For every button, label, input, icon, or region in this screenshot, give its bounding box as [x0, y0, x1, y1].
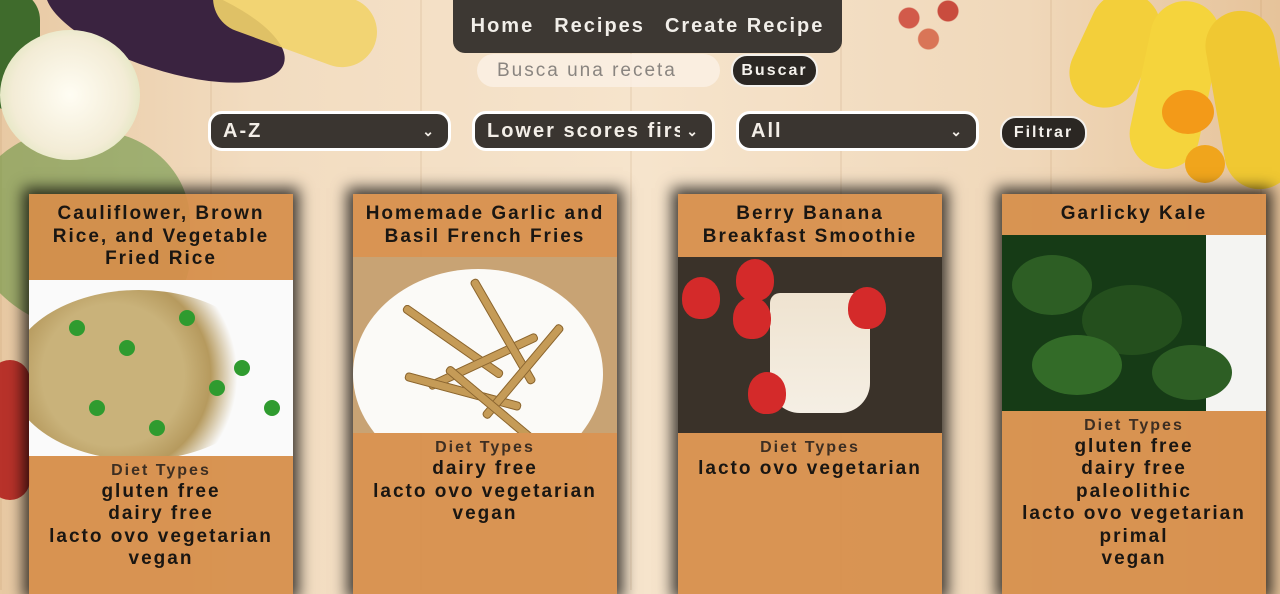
diet-item: vegan	[1101, 548, 1167, 569]
nav-home[interactable]: Home	[471, 15, 535, 38]
recipe-title[interactable]: Berry Banana Breakfast Smoothie	[678, 194, 942, 257]
background-fruit	[1185, 145, 1225, 183]
chevron-down-icon: ⌄	[686, 122, 700, 139]
recipe-image[interactable]	[678, 257, 942, 433]
diet-types-label: Diet Types	[760, 439, 860, 456]
recipe-title[interactable]: Homemade Garlic and Basil French Fries	[353, 194, 617, 257]
recipe-card[interactable]: Homemade Garlic and Basil French Fries D…	[353, 194, 617, 594]
diet-item: lacto ovo vegetarian	[1022, 503, 1246, 524]
nav-recipes[interactable]: Recipes	[554, 15, 645, 38]
nav-create-recipe[interactable]: Create Recipe	[665, 15, 824, 38]
diet-item: dairy free	[1081, 458, 1187, 479]
recipe-title[interactable]: Garlicky Kale	[1002, 194, 1266, 235]
recipe-card[interactable]: Cauliflower, Brown Rice, and Vegetable F…	[29, 194, 293, 594]
diet-item: vegan	[128, 548, 194, 569]
background-vegetable	[0, 30, 140, 160]
order-select-value: A-Z	[223, 119, 263, 142]
recipe-image[interactable]	[353, 257, 617, 433]
navbar: Home Recipes Create Recipe	[453, 0, 842, 53]
chevron-down-icon: ⌄	[422, 122, 436, 139]
diet-item: gluten free	[101, 480, 221, 502]
score-select[interactable]: Lower scores first ⌄	[472, 111, 715, 151]
search-input[interactable]	[477, 54, 720, 87]
diet-item: paleolithic	[1076, 480, 1192, 502]
diet-select-value: All	[751, 119, 783, 142]
diet-types-label: Diet Types	[435, 439, 535, 456]
recipe-card[interactable]: Garlicky Kale Diet Types gluten free dai…	[1002, 194, 1266, 594]
diet-item: vegan	[452, 503, 518, 524]
score-select-value: Lower scores first	[487, 119, 681, 142]
recipe-image[interactable]	[1002, 234, 1266, 411]
diet-item: lacto ovo vegetarian	[373, 480, 597, 502]
background-vegetable	[0, 360, 30, 500]
recipe-title[interactable]: Cauliflower, Brown Rice, and Vegetable F…	[29, 194, 293, 280]
diet-item: gluten free	[1074, 435, 1194, 457]
filter-button[interactable]: Filtrar	[1000, 116, 1087, 150]
background-fruit	[1162, 90, 1214, 134]
diet-types-label: Diet Types	[111, 461, 211, 479]
search-button[interactable]: Buscar	[731, 54, 818, 87]
chevron-down-icon: ⌄	[950, 122, 964, 139]
order-select[interactable]: A-Z ⌄	[208, 111, 451, 151]
diet-select[interactable]: All ⌄	[736, 111, 979, 151]
recipe-image[interactable]	[29, 279, 293, 456]
diet-item: dairy free	[108, 503, 214, 524]
diet-item: lacto ovo vegetarian	[49, 525, 273, 547]
diet-item: primal	[1099, 525, 1169, 547]
diet-item: lacto ovo vegetarian	[698, 458, 922, 479]
recipe-card[interactable]: Berry Banana Breakfast Smoothie Diet Typ…	[678, 194, 942, 594]
diet-types-label: Diet Types	[1084, 416, 1184, 434]
diet-item: dairy free	[432, 458, 538, 479]
